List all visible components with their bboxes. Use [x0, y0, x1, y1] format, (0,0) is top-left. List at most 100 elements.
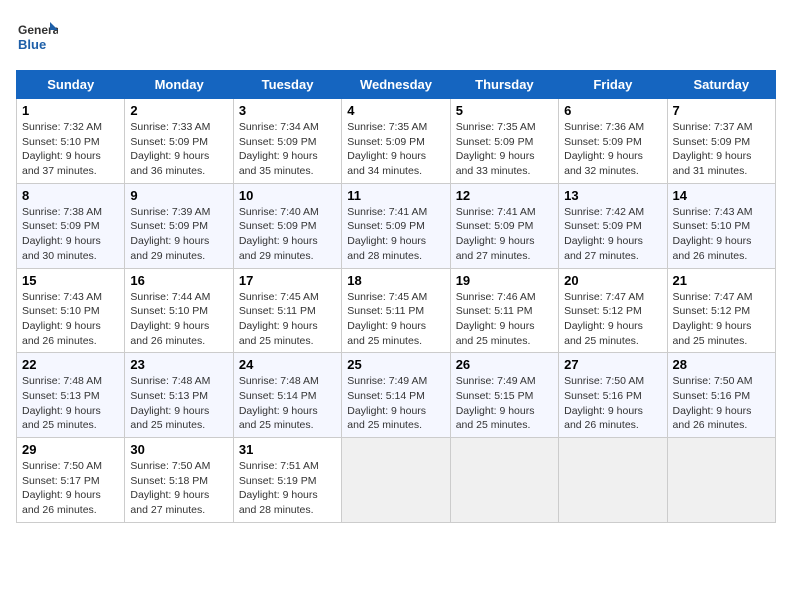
day-info: Sunrise: 7:50 AMSunset: 5:16 PMDaylight:…	[564, 374, 661, 433]
day-info: Sunrise: 7:39 AMSunset: 5:09 PMDaylight:…	[130, 205, 227, 264]
calendar-cell: 31 Sunrise: 7:51 AMSunset: 5:19 PMDayligh…	[233, 438, 341, 523]
day-number: 14	[673, 188, 770, 203]
day-info: Sunrise: 7:34 AMSunset: 5:09 PMDaylight:…	[239, 120, 336, 179]
calendar-cell: 14 Sunrise: 7:43 AMSunset: 5:10 PMDayligh…	[667, 183, 775, 268]
day-info: Sunrise: 7:41 AMSunset: 5:09 PMDaylight:…	[347, 205, 444, 264]
day-number: 8	[22, 188, 119, 203]
day-info: Sunrise: 7:38 AMSunset: 5:09 PMDaylight:…	[22, 205, 119, 264]
calendar-cell: 30 Sunrise: 7:50 AMSunset: 5:18 PMDayligh…	[125, 438, 233, 523]
day-info: Sunrise: 7:50 AMSunset: 5:17 PMDaylight:…	[22, 459, 119, 518]
day-info: Sunrise: 7:36 AMSunset: 5:09 PMDaylight:…	[564, 120, 661, 179]
column-header-monday: Monday	[125, 71, 233, 99]
calendar-cell: 29 Sunrise: 7:50 AMSunset: 5:17 PMDayligh…	[17, 438, 125, 523]
calendar-cell: 4 Sunrise: 7:35 AMSunset: 5:09 PMDaylight…	[342, 99, 450, 184]
calendar-cell: 24 Sunrise: 7:48 AMSunset: 5:14 PMDayligh…	[233, 353, 341, 438]
calendar-cell: 3Sunrise: 7:34 AMSunset: 5:09 PMDaylight…	[233, 99, 341, 184]
day-number: 27	[564, 357, 661, 372]
calendar-cell: 23Sunrise: 7:48 AMSunset: 5:13 PMDayligh…	[125, 353, 233, 438]
day-info: Sunrise: 7:50 AMSunset: 5:18 PMDaylight:…	[130, 459, 227, 518]
day-info: Sunrise: 7:47 AMSunset: 5:12 PMDaylight:…	[673, 290, 770, 349]
calendar-cell: 22Sunrise: 7:48 AMSunset: 5:13 PMDayligh…	[17, 353, 125, 438]
column-header-friday: Friday	[559, 71, 667, 99]
day-number: 29	[22, 442, 119, 457]
day-number: 17	[239, 273, 336, 288]
day-number: 5	[456, 103, 553, 118]
day-number: 20	[564, 273, 661, 288]
day-number: 26	[456, 357, 553, 372]
calendar-cell: 15 Sunrise: 7:43 AMSunset: 5:10 PMDayligh…	[17, 268, 125, 353]
day-number: 19	[456, 273, 553, 288]
column-header-sunday: Sunday	[17, 71, 125, 99]
calendar-cell: 28Sunrise: 7:50 AMSunset: 5:16 PMDayligh…	[667, 353, 775, 438]
svg-text:Blue: Blue	[18, 37, 46, 52]
day-info: Sunrise: 7:49 AMSunset: 5:15 PMDaylight:…	[456, 374, 553, 433]
day-info: Sunrise: 7:33 AMSunset: 5:09 PMDaylight:…	[130, 120, 227, 179]
day-info: Sunrise: 7:47 AMSunset: 5:12 PMDaylight:…	[564, 290, 661, 349]
day-number: 1	[22, 103, 119, 118]
column-header-wednesday: Wednesday	[342, 71, 450, 99]
calendar-cell: 26 Sunrise: 7:49 AMSunset: 5:15 PMDayligh…	[450, 353, 558, 438]
day-number: 11	[347, 188, 444, 203]
week-row-1: 1 Sunrise: 7:32 AMSunset: 5:10 PMDaylight…	[17, 99, 776, 184]
logo-svg: General Blue	[16, 16, 58, 58]
header: General Blue	[16, 16, 776, 58]
day-number: 10	[239, 188, 336, 203]
day-number: 2	[130, 103, 227, 118]
calendar-cell	[450, 438, 558, 523]
day-info: Sunrise: 7:49 AMSunset: 5:14 PMDaylight:…	[347, 374, 444, 433]
calendar-cell: 6 Sunrise: 7:36 AMSunset: 5:09 PMDaylight…	[559, 99, 667, 184]
day-info: Sunrise: 7:43 AMSunset: 5:10 PMDaylight:…	[673, 205, 770, 264]
day-info: Sunrise: 7:51 AMSunset: 5:19 PMDaylight:…	[239, 459, 336, 518]
day-info: Sunrise: 7:35 AMSunset: 5:09 PMDaylight:…	[347, 120, 444, 179]
calendar-cell	[667, 438, 775, 523]
day-info: Sunrise: 7:48 AMSunset: 5:13 PMDaylight:…	[22, 374, 119, 433]
day-number: 4	[347, 103, 444, 118]
day-number: 9	[130, 188, 227, 203]
calendar-cell: 17 Sunrise: 7:45 AMSunset: 5:11 PMDayligh…	[233, 268, 341, 353]
day-number: 15	[22, 273, 119, 288]
day-number: 28	[673, 357, 770, 372]
calendar-cell: 16 Sunrise: 7:44 AMSunset: 5:10 PMDayligh…	[125, 268, 233, 353]
day-number: 12	[456, 188, 553, 203]
calendar-cell: 21 Sunrise: 7:47 AMSunset: 5:12 PMDayligh…	[667, 268, 775, 353]
week-row-3: 15 Sunrise: 7:43 AMSunset: 5:10 PMDayligh…	[17, 268, 776, 353]
day-info: Sunrise: 7:44 AMSunset: 5:10 PMDaylight:…	[130, 290, 227, 349]
day-number: 6	[564, 103, 661, 118]
day-info: Sunrise: 7:43 AMSunset: 5:10 PMDaylight:…	[22, 290, 119, 349]
day-info: Sunrise: 7:32 AMSunset: 5:10 PMDaylight:…	[22, 120, 119, 179]
calendar-cell: 19 Sunrise: 7:46 AMSunset: 5:11 PMDayligh…	[450, 268, 558, 353]
column-header-saturday: Saturday	[667, 71, 775, 99]
calendar-cell	[559, 438, 667, 523]
calendar-cell: 25 Sunrise: 7:49 AMSunset: 5:14 PMDayligh…	[342, 353, 450, 438]
day-info: Sunrise: 7:41 AMSunset: 5:09 PMDaylight:…	[456, 205, 553, 264]
day-info: Sunrise: 7:45 AMSunset: 5:11 PMDaylight:…	[239, 290, 336, 349]
day-number: 13	[564, 188, 661, 203]
day-number: 7	[673, 103, 770, 118]
calendar-cell: 18 Sunrise: 7:45 AMSunset: 5:11 PMDayligh…	[342, 268, 450, 353]
calendar-cell: 9 Sunrise: 7:39 AMSunset: 5:09 PMDaylight…	[125, 183, 233, 268]
week-row-5: 29 Sunrise: 7:50 AMSunset: 5:17 PMDayligh…	[17, 438, 776, 523]
day-number: 25	[347, 357, 444, 372]
day-info: Sunrise: 7:40 AMSunset: 5:09 PMDaylight:…	[239, 205, 336, 264]
day-number: 23	[130, 357, 227, 372]
calendar-cell: 13 Sunrise: 7:42 AMSunset: 5:09 PMDayligh…	[559, 183, 667, 268]
week-row-2: 8 Sunrise: 7:38 AMSunset: 5:09 PMDaylight…	[17, 183, 776, 268]
day-info: Sunrise: 7:46 AMSunset: 5:11 PMDaylight:…	[456, 290, 553, 349]
day-number: 16	[130, 273, 227, 288]
day-info: Sunrise: 7:48 AMSunset: 5:14 PMDaylight:…	[239, 374, 336, 433]
day-info: Sunrise: 7:42 AMSunset: 5:09 PMDaylight:…	[564, 205, 661, 264]
day-number: 18	[347, 273, 444, 288]
day-number: 21	[673, 273, 770, 288]
column-header-tuesday: Tuesday	[233, 71, 341, 99]
day-number: 31	[239, 442, 336, 457]
day-number: 24	[239, 357, 336, 372]
calendar: SundayMondayTuesdayWednesdayThursdayFrid…	[16, 70, 776, 523]
calendar-cell: 10 Sunrise: 7:40 AMSunset: 5:09 PMDayligh…	[233, 183, 341, 268]
day-info: Sunrise: 7:45 AMSunset: 5:11 PMDaylight:…	[347, 290, 444, 349]
day-number: 30	[130, 442, 227, 457]
day-info: Sunrise: 7:35 AMSunset: 5:09 PMDaylight:…	[456, 120, 553, 179]
calendar-cell: 7Sunrise: 7:37 AMSunset: 5:09 PMDaylight…	[667, 99, 775, 184]
calendar-cell: 11 Sunrise: 7:41 AMSunset: 5:09 PMDayligh…	[342, 183, 450, 268]
calendar-cell: 1 Sunrise: 7:32 AMSunset: 5:10 PMDaylight…	[17, 99, 125, 184]
calendar-cell: 20 Sunrise: 7:47 AMSunset: 5:12 PMDayligh…	[559, 268, 667, 353]
